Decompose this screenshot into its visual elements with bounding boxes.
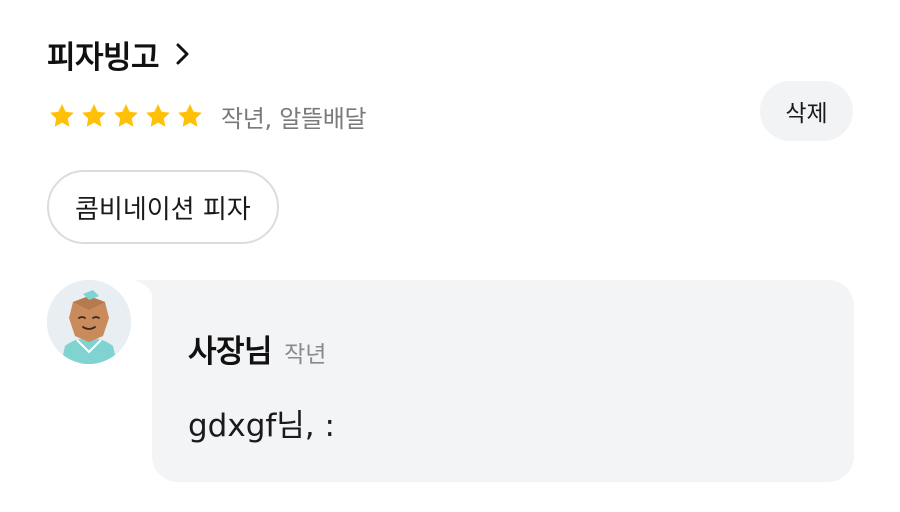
star-icon — [178, 104, 202, 127]
menu-item-chip: 콤비네이션 피자 — [47, 170, 279, 244]
delete-button[interactable]: 삭제 — [760, 81, 853, 141]
chevron-right-icon — [173, 42, 193, 66]
owner-avatar — [47, 280, 131, 364]
reply-time: 작년 — [284, 342, 327, 368]
star-icon — [114, 104, 138, 127]
star-icon — [50, 104, 74, 127]
store-name: 피자빙고 — [47, 39, 160, 76]
star-icon — [146, 104, 170, 127]
star-icon — [82, 104, 106, 127]
owner-reply-bubble: 사장님 작년 gdxgf님, : — [152, 280, 854, 482]
reply-text: gdxgf님, : — [188, 408, 335, 444]
star-rating — [47, 101, 207, 131]
bubble-tail — [134, 280, 154, 300]
owner-name: 사장님 — [188, 334, 273, 370]
rating-row: 작년, 알뜰배달 — [47, 96, 367, 136]
review-meta: 작년, 알뜰배달 — [221, 104, 367, 133]
owner-reply-header: 사장님 작년 — [188, 326, 326, 371]
store-name-link[interactable]: 피자빙고 — [47, 30, 193, 78]
